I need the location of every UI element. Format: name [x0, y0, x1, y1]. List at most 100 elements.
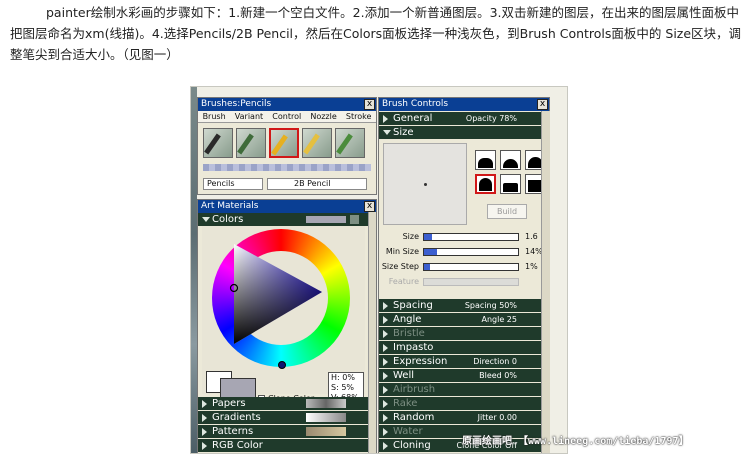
hue-marker-icon[interactable]	[278, 361, 286, 369]
secondary-color-swatch[interactable]	[220, 378, 256, 398]
bristle-section-header[interactable]: Bristle	[379, 327, 541, 340]
build-button[interactable]: Build	[487, 204, 527, 219]
random-label: Random	[393, 412, 435, 423]
colors-section-header[interactable]: Colors	[198, 213, 368, 226]
general-section-header[interactable]: General Opacity 78%	[379, 112, 541, 125]
size-label: Size	[393, 127, 414, 138]
size-slider[interactable]	[423, 233, 519, 241]
hue-value: H: 0%	[331, 373, 355, 382]
tip-profile-2-icon[interactable]	[500, 150, 521, 170]
size-step-slider-value: 1%	[525, 262, 538, 271]
brushes-titlebar: Brushes:Pencils x	[198, 98, 376, 111]
tab-control[interactable]: Control	[272, 111, 301, 122]
painter-screenshot: Brushes:Pencils x Brush Variant Control …	[190, 86, 568, 454]
colors-section-label: Colors	[212, 214, 244, 225]
size-section-header[interactable]: Size	[379, 126, 541, 139]
tip-profile-4-icon[interactable]	[475, 174, 496, 194]
rake-label: Rake	[393, 398, 418, 409]
size-slider-label: Size	[402, 232, 419, 241]
rgb-color-label: RGB Color	[212, 440, 263, 451]
well-section-header[interactable]: Well Bleed 0%	[379, 369, 541, 382]
general-label: General	[393, 113, 433, 124]
saturation-value: S: 5%	[331, 383, 355, 392]
tab-nozzle[interactable]: Nozzle	[310, 111, 336, 122]
brush-controls-panel: Brush Controls x General Opacity 78% Siz…	[378, 97, 550, 453]
paper-preview	[306, 399, 346, 408]
gradients-section-header[interactable]: Gradients	[198, 411, 368, 424]
min-size-slider-fill	[424, 249, 438, 255]
tab-variant[interactable]: Variant	[235, 111, 263, 122]
papers-section-header[interactable]: Papers	[198, 397, 368, 410]
brush-controls-scrollbar[interactable]	[541, 111, 550, 453]
saturation-value-triangle[interactable]	[224, 240, 324, 350]
patterns-section-header[interactable]: Patterns	[198, 425, 368, 438]
brush-controls-close-button[interactable]: x	[537, 99, 548, 110]
brush-controls-titlebar: Brush Controls x	[379, 98, 549, 111]
colors-menu-icon[interactable]	[350, 215, 359, 224]
water-label: Water	[393, 426, 423, 437]
color-picker-area: Clone Color H: 0% S: 5% V: 68%	[202, 226, 365, 404]
size-slider-value: 1.6	[525, 232, 538, 241]
expression-value: Direction 0	[473, 357, 517, 366]
expression-section-header[interactable]: Expression Direction 0	[379, 355, 541, 368]
brush-controls-title: Brush Controls	[382, 99, 449, 109]
brush-category-field[interactable]: Pencils	[203, 178, 263, 190]
bristle-label: Bristle	[393, 328, 425, 339]
brush-tabs: Brush Variant Control Nozzle Stroke	[198, 111, 376, 123]
water-icon[interactable]	[335, 128, 365, 158]
random-section-header[interactable]: Random Jitter 0.00	[379, 411, 541, 424]
tab-brush[interactable]: Brush	[203, 111, 226, 122]
random-value: Jitter 0.00	[477, 413, 517, 422]
brush-scroll-strip[interactable]	[203, 164, 371, 171]
size-slider-fill	[424, 234, 432, 240]
brushes-close-button[interactable]: x	[364, 99, 375, 110]
spacing-section-header[interactable]: Spacing Spacing 50%	[379, 299, 541, 312]
impasto-section-header[interactable]: Impasto	[379, 341, 541, 354]
art-materials-titlebar: Art Materials x	[198, 200, 376, 213]
tip-profile-5-icon[interactable]	[500, 174, 521, 194]
general-value: Opacity 78%	[465, 114, 517, 123]
min-size-slider-label: Min Size	[385, 247, 419, 256]
pen-icon[interactable]	[236, 128, 266, 158]
art-materials-scrollbar[interactable]	[368, 212, 376, 453]
art-materials-title: Art Materials	[201, 201, 259, 211]
angle-section-header[interactable]: Angle Angle 25	[379, 313, 541, 326]
pattern-preview	[306, 427, 346, 436]
airbrush-label: Airbrush	[393, 384, 436, 395]
airbrush-section-header[interactable]: Airbrush	[379, 383, 541, 396]
well-label: Well	[393, 370, 415, 381]
feature-slider-label: Feature	[388, 277, 419, 286]
tab-stroke[interactable]: Stroke	[346, 111, 372, 122]
pencil-icon[interactable]	[269, 128, 299, 158]
chalk-icon[interactable]	[302, 128, 332, 158]
well-value: Bleed 0%	[479, 371, 517, 380]
brush-selectors: Pencils 2B Pencil	[203, 178, 371, 190]
size-preview	[383, 143, 467, 225]
tip-profile-1-icon[interactable]	[475, 150, 496, 170]
size-step-slider-fill	[424, 264, 430, 270]
brush-icon-row	[203, 128, 371, 168]
feature-slider[interactable]	[423, 278, 519, 286]
brushes-title: Brushes:Pencils	[201, 99, 272, 109]
brushes-panel: Brushes:Pencils x Brush Variant Control …	[197, 97, 377, 195]
impasto-label: Impasto	[393, 342, 434, 353]
art-materials-panel: Art Materials x Colors H: 0% S: 5% Paper…	[197, 199, 377, 453]
size-step-slider[interactable]	[423, 263, 519, 271]
airbrush-icon[interactable]	[203, 128, 233, 158]
patterns-label: Patterns	[212, 426, 254, 437]
watermark: 原画绘画吧 【www.lineeg.com/tieba/1797】	[462, 436, 689, 447]
gradient-preview	[306, 413, 346, 422]
angle-value: Angle 25	[481, 315, 518, 324]
size-step-slider-label: Size Step	[381, 262, 419, 271]
cloning-label: Cloning	[393, 440, 431, 451]
angle-label: Angle	[393, 314, 422, 325]
current-color-chip	[306, 216, 346, 223]
article-paragraph: painter绘制水彩画的步骤如下：1.新建一个空白文件。2.添加一个新普通图层…	[10, 5, 742, 62]
art-materials-close-button[interactable]: x	[364, 201, 375, 212]
gradients-label: Gradients	[212, 412, 261, 423]
rgb-color-section-header[interactable]: RGB Color	[198, 439, 368, 452]
spacing-value: Spacing 50%	[464, 301, 517, 310]
rake-section-header[interactable]: Rake	[379, 397, 541, 410]
brush-variant-field[interactable]: 2B Pencil	[267, 178, 367, 190]
min-size-slider[interactable]	[423, 248, 519, 256]
